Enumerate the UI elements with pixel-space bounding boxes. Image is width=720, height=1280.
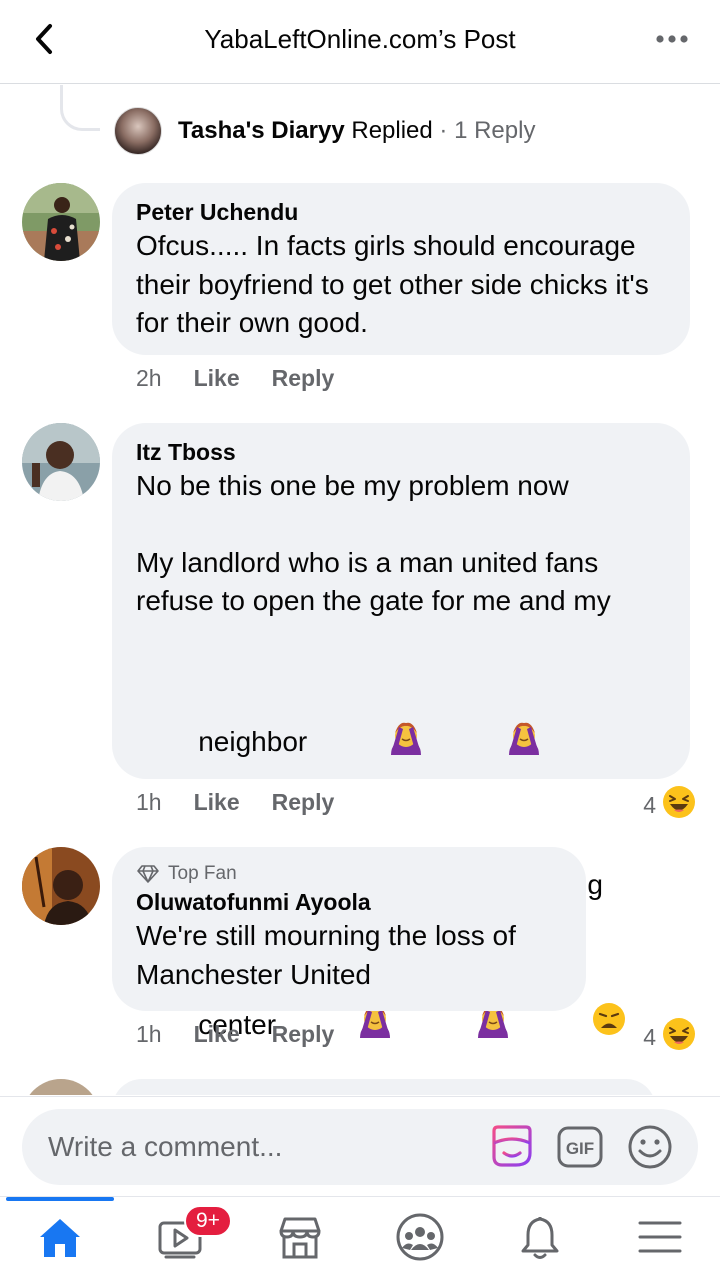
diamond-icon xyxy=(137,865,159,883)
comment-author[interactable]: Peter Uchendu xyxy=(136,197,666,227)
thread-connector xyxy=(60,85,100,131)
tab-groups[interactable] xyxy=(360,1197,480,1280)
comment-bubble[interactable] xyxy=(112,1079,656,1095)
avatar[interactable] xyxy=(22,183,100,261)
top-bar: YabaLeftOnline.com’s Post xyxy=(0,0,720,84)
comment-time[interactable]: 2h xyxy=(136,365,162,392)
comment-text: Ofcus..... In facts girls should encoura… xyxy=(136,230,657,338)
facepalm-woman-emoji-icon xyxy=(427,669,543,818)
tab-menu[interactable] xyxy=(600,1197,720,1280)
comment-text-line: My landlord who is a man united fans ref… xyxy=(136,546,611,617)
replies-summary[interactable]: Tasha's Diaryy Replied · 1 Reply xyxy=(114,107,535,155)
tab-home[interactable] xyxy=(0,1197,120,1280)
tab-notifications[interactable] xyxy=(480,1197,600,1280)
like-button[interactable]: Like xyxy=(194,789,240,816)
laughing-emoji-icon xyxy=(662,1017,696,1057)
reply-count[interactable]: · 1 Reply xyxy=(439,117,535,144)
tab-marketplace[interactable] xyxy=(240,1197,360,1280)
gif-label: GIF xyxy=(566,1139,594,1158)
avatar-sticker-icon[interactable] xyxy=(488,1123,536,1171)
home-icon xyxy=(36,1213,84,1266)
like-button[interactable]: Like xyxy=(194,365,240,392)
comment-actions: 1h Like Reply xyxy=(136,1021,366,1048)
active-tab-indicator xyxy=(6,1197,114,1201)
comment-composer: Write a comment... GIF xyxy=(0,1096,720,1196)
comment-time[interactable]: 1h xyxy=(136,1021,162,1048)
avatar[interactable] xyxy=(114,107,162,155)
page-title: YabaLeftOnline.com’s Post xyxy=(204,24,516,54)
gif-icon[interactable]: GIF xyxy=(556,1123,604,1171)
like-button[interactable]: Like xyxy=(194,1021,240,1048)
comment-actions: 1h Like Reply xyxy=(136,789,366,816)
reaction-summary[interactable]: 4 xyxy=(643,1017,696,1057)
comment-actions: 2h Like Reply xyxy=(136,365,366,392)
avatar[interactable] xyxy=(22,423,100,501)
comment-text: We're still mourning the loss of Manches… xyxy=(136,920,524,990)
replier-name[interactable]: Tasha's Diaryy xyxy=(178,117,345,144)
reaction-count: 4 xyxy=(643,1023,656,1050)
comment-input[interactable]: Write a comment... GIF xyxy=(22,1109,698,1185)
reply-button[interactable]: Reply xyxy=(272,789,335,816)
shop-icon xyxy=(275,1213,325,1266)
comment-bubble[interactable]: Peter Uchendu Ofcus..... In facts girls … xyxy=(112,183,690,355)
tab-watch[interactable]: 9+ xyxy=(120,1197,240,1280)
groups-icon xyxy=(395,1212,445,1267)
reply-button[interactable]: Reply xyxy=(272,1021,335,1048)
avatar[interactable] xyxy=(22,847,100,925)
bottom-tab-bar: 9+ xyxy=(0,1196,720,1280)
comment-bubble[interactable]: Itz Tboss No be this one be my problem n… xyxy=(112,423,690,1040)
avatar[interactable] xyxy=(22,1079,100,1095)
reaction-summary[interactable]: 4 xyxy=(643,785,696,825)
bell-icon xyxy=(517,1213,563,1266)
top-fan-label: Top Fan xyxy=(168,863,237,884)
reaction-count: 4 xyxy=(643,791,656,818)
comments-feed[interactable]: Tasha's Diaryy Replied · 1 Reply Peter U… xyxy=(0,85,720,1095)
emoji-icon[interactable] xyxy=(626,1123,674,1171)
menu-icon xyxy=(637,1217,683,1262)
comment-text-line: neighbor xyxy=(198,725,308,757)
comment-bubble[interactable]: Top Fan Oluwatofunmi Ayoola We're still … xyxy=(112,847,586,1011)
replied-verb: Replied xyxy=(351,117,433,144)
more-options-icon[interactable] xyxy=(654,26,694,52)
comment-author[interactable]: Itz Tboss xyxy=(136,437,666,467)
comment-input-placeholder[interactable]: Write a comment... xyxy=(48,1131,282,1163)
comment-text-line: No be this one be my problem now xyxy=(136,470,569,501)
reply-button[interactable]: Reply xyxy=(272,365,335,392)
notification-badge: 9+ xyxy=(184,1205,232,1237)
top-fan-badge: Top Fan xyxy=(136,861,562,887)
laughing-emoji-icon xyxy=(662,785,696,825)
comment-author[interactable]: Oluwatofunmi Ayoola xyxy=(136,887,562,917)
comment-time[interactable]: 1h xyxy=(136,789,162,816)
